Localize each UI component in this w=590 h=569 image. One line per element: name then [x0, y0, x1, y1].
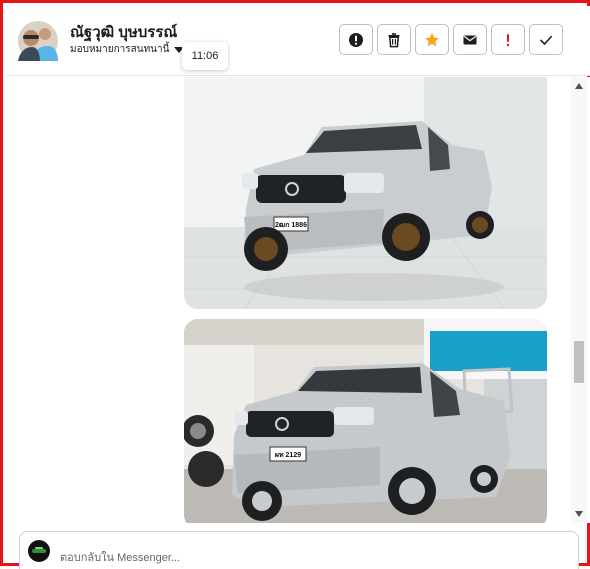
message-image[interactable]: ผท 2129	[184, 319, 547, 523]
license-plate: 2ฒก 1886	[275, 222, 307, 229]
contact-name[interactable]: ณัฐวุฒิ บุษบรรณ์	[70, 20, 177, 44]
thread-scrollbar[interactable]	[571, 77, 587, 523]
scroll-up-arrow-icon[interactable]	[575, 83, 583, 89]
scrollbar-thumb[interactable]	[574, 341, 584, 383]
done-button[interactable]	[529, 24, 563, 55]
reply-box[interactable]: ตอบกลับใน Messenger...	[19, 531, 579, 569]
assign-conversation-dropdown[interactable]: มอบหมายการสนทนานี้	[70, 42, 185, 57]
assign-label: มอบหมายการสนทนานี้	[70, 44, 170, 55]
contact-avatar[interactable]	[18, 21, 58, 61]
conversation-actions	[339, 24, 563, 55]
envelope-icon	[463, 35, 477, 44]
message-thread[interactable]: 2ฒก 1886 ผท 2129	[6, 77, 590, 523]
message-image[interactable]: 2ฒก 1886	[184, 77, 547, 309]
trash-icon	[388, 32, 400, 47]
app-frame: ณัฐวุฒิ บุษบรรณ์ มอบหมายการสนทนานี้ 11:0…	[0, 0, 590, 569]
page-avatar	[28, 540, 50, 562]
follow-up-button[interactable]	[491, 24, 525, 55]
message-time-tooltip: 11:06	[182, 42, 228, 70]
exclamation-icon	[506, 33, 510, 46]
star-button[interactable]	[415, 24, 449, 55]
pickup-truck-photo: 2ฒก 1886	[184, 77, 547, 309]
info-icon	[349, 32, 363, 47]
mail-button[interactable]	[453, 24, 487, 55]
star-icon	[425, 32, 439, 46]
person-avatar-icon	[18, 21, 58, 61]
check-icon	[540, 35, 552, 45]
scroll-down-arrow-icon[interactable]	[575, 511, 583, 517]
info-button[interactable]	[339, 24, 373, 55]
conversation-header: ณัฐวุฒิ บุษบรรณ์ มอบหมายการสนทนานี้ 11:0…	[6, 6, 590, 76]
pickup-truck-photo: ผท 2129	[184, 319, 547, 523]
reply-placeholder[interactable]: ตอบกลับใน Messenger...	[60, 548, 180, 566]
page-logo-icon	[32, 547, 46, 553]
license-plate: ผท 2129	[275, 452, 301, 459]
delete-button[interactable]	[377, 24, 411, 55]
